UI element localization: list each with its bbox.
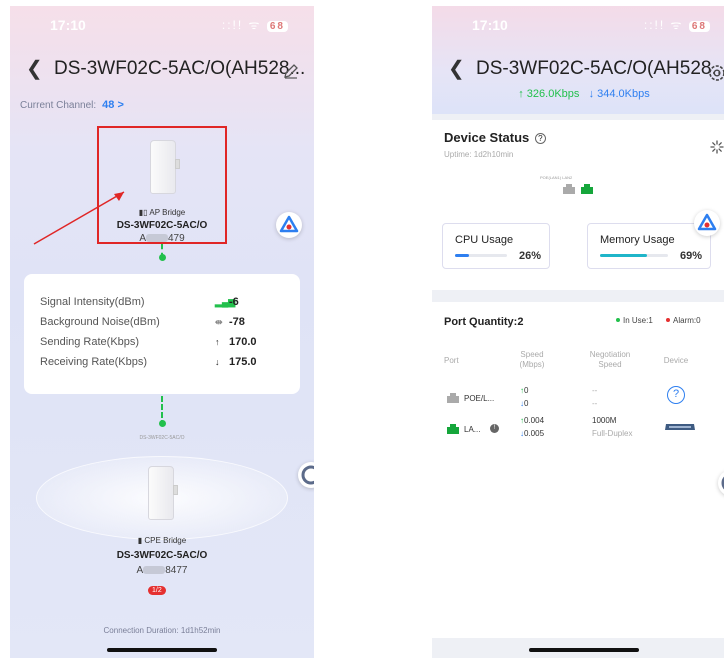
phone-screen-device-status: 17:10 ::!! ᯤ 68 ❮ DS-3WF02C-5AC/O(AH528.… (432, 6, 724, 658)
info-icon[interactable]: ! (490, 424, 499, 433)
uptime: Uptime: 1d2h10min (444, 150, 514, 159)
legend-alarm: Alarm:0 (666, 316, 701, 325)
speed-down: ↓0.005 (520, 429, 545, 438)
signal-wifi-icon: ::!! ᯤ (221, 18, 262, 32)
channel-value[interactable]: 48 > (102, 99, 124, 111)
gear-icon[interactable] (706, 62, 724, 84)
status-bar: 17:10 ::!! ᯤ 68 (10, 6, 314, 42)
app-logo-icon (721, 476, 724, 490)
arrow-up-icon: ↑ (215, 337, 220, 347)
port-lan-icon (581, 184, 593, 194)
noise-icon: ⇹ (215, 317, 223, 327)
port-lan-icon (447, 424, 459, 434)
home-indicator (529, 648, 639, 652)
float-app-button[interactable] (276, 212, 302, 238)
current-channel[interactable]: Current Channel: 48 > (20, 99, 124, 111)
col-negotiation: Negotiation Speed (589, 350, 631, 369)
float-side-button[interactable] (718, 470, 724, 496)
ap-device-image (150, 140, 180, 194)
cpu-bar (455, 254, 507, 257)
memory-value: 69% (679, 250, 702, 262)
stat-background-noise: Background Noise(dBm) ⇹ -78 (40, 316, 245, 328)
speed-up: ↑0 (520, 386, 529, 395)
battery-icon: 68 (266, 21, 288, 32)
channel-label: Current Channel: (20, 100, 97, 111)
signal-wifi-icon: ::!! ᯤ (643, 18, 684, 32)
connection-duration: Connection Duration: 1d1h52min (103, 626, 221, 635)
arrow-down-icon: ↓ (215, 357, 220, 367)
status-bar: 17:10 ::!! ᯤ 68 (432, 6, 724, 42)
app-logo-icon (279, 215, 299, 233)
cpe-serial: A 8477 (136, 565, 188, 576)
battery-icon: 68 (688, 21, 710, 32)
cpe-model: DS-3WF02C-5AC/O (116, 550, 208, 561)
rate-down: ↓ 344.0Kbps (588, 88, 650, 100)
cpu-bar-fill (455, 254, 469, 257)
home-indicator (107, 648, 217, 652)
page-title: DS-3WF02C-5AC/O(AH528... (476, 58, 724, 79)
stat-receiving-rate: Receiving Rate(Kbps) ↓ 175.0 (40, 356, 257, 368)
intermediate-device-label: DS-3WF02C-5AC/O (139, 435, 185, 441)
page-title: DS-3WF02C-5AC/O(AH528... (54, 58, 306, 79)
memory-label: Memory Usage (600, 234, 675, 246)
speed-down: ↓0 (520, 399, 529, 408)
negotiation-duplex: -- (592, 399, 598, 408)
bridge-icon: ▮▯ (138, 208, 150, 217)
status-time: 17:10 (50, 17, 86, 33)
loading-spinner-icon (710, 140, 724, 154)
status-icons: ::!! ᯤ 68 (644, 16, 710, 33)
stat-sending-rate: Sending Rate(Kbps) ↑ 170.0 (40, 336, 257, 348)
port-poe-icon (563, 184, 575, 194)
red-annotation-arrow (33, 191, 125, 245)
page-indicator-badge[interactable]: 1/2 (148, 586, 166, 595)
negotiation-speed: 1000M (592, 416, 617, 425)
link-node-dot (159, 254, 166, 261)
signal-bars-icon: ▂▄▆ (215, 297, 236, 307)
col-speed: Speed (Mbps) (519, 350, 545, 369)
header: ❮ DS-3WF02C-5AC/O(AH528... (432, 56, 724, 86)
app-logo-icon (301, 465, 314, 485)
port-card: Port Quantity:2 In Use:1 Alarm:0 Port Sp… (432, 302, 724, 638)
device-status-card: Device Status ? Uptime: 1d2h10min POE(LA… (432, 120, 724, 290)
link-stats-card: Signal Intensity(dBm) ▂▄▆-6 Background N… (24, 274, 300, 394)
cpe-device-image (148, 466, 178, 520)
header: ❮ DS-3WF02C-5AC/O(AH528... (10, 56, 314, 86)
throughput-rates: ↑ 326.0Kbps ↓ 344.0Kbps (432, 88, 724, 100)
negotiation-duplex: Full-Duplex (592, 429, 633, 438)
memory-usage-box: Memory Usage 69% (587, 223, 711, 269)
port-name: LA... (464, 425, 481, 434)
back-icon[interactable]: ❮ (448, 59, 465, 79)
cpe-role-label: ▮ CPE Bridge (137, 536, 187, 545)
legend-in-use: In Use:1 (616, 316, 653, 325)
speed-up: ↑0.004 (520, 416, 545, 425)
cpu-label: CPU Usage (455, 234, 514, 246)
stat-signal-intensity: Signal Intensity(dBm) ▂▄▆-6 (40, 296, 239, 308)
col-port: Port (444, 356, 459, 365)
unknown-device-icon[interactable]: ? (667, 386, 685, 404)
rate-up: ↑ 326.0Kbps (518, 88, 580, 100)
negotiation-speed: -- (592, 386, 598, 395)
phone-screen-link-topology: 17:10 ::!! ᯤ 68 ❮ DS-3WF02C-5AC/O(AH528.… (10, 6, 314, 658)
port-poe-icon (447, 393, 459, 403)
app-logo-icon (697, 213, 717, 231)
cpu-value: 26% (518, 250, 541, 262)
memory-bar (600, 254, 668, 257)
device-status-title: Device Status ? (444, 130, 546, 145)
help-icon[interactable]: ? (534, 133, 546, 144)
link-node-dot-lower (159, 420, 166, 427)
float-app-button[interactable] (694, 210, 720, 236)
port-quantity-title: Port Quantity:2 (444, 316, 524, 328)
status-time: 17:10 (472, 17, 508, 33)
status-icons: ::!! ᯤ 68 (222, 16, 288, 33)
edit-icon[interactable] (282, 62, 300, 80)
port-name: POE/L... (464, 394, 495, 403)
cpu-usage-box: CPU Usage 26% (442, 223, 550, 269)
switch-device-icon[interactable] (664, 422, 696, 432)
col-device: Device (663, 356, 689, 365)
float-side-button[interactable] (298, 462, 314, 488)
memory-bar-fill (600, 254, 647, 257)
back-icon[interactable]: ❮ (26, 59, 43, 79)
port-labels: POE(LAN1) LAN2 (540, 175, 573, 180)
